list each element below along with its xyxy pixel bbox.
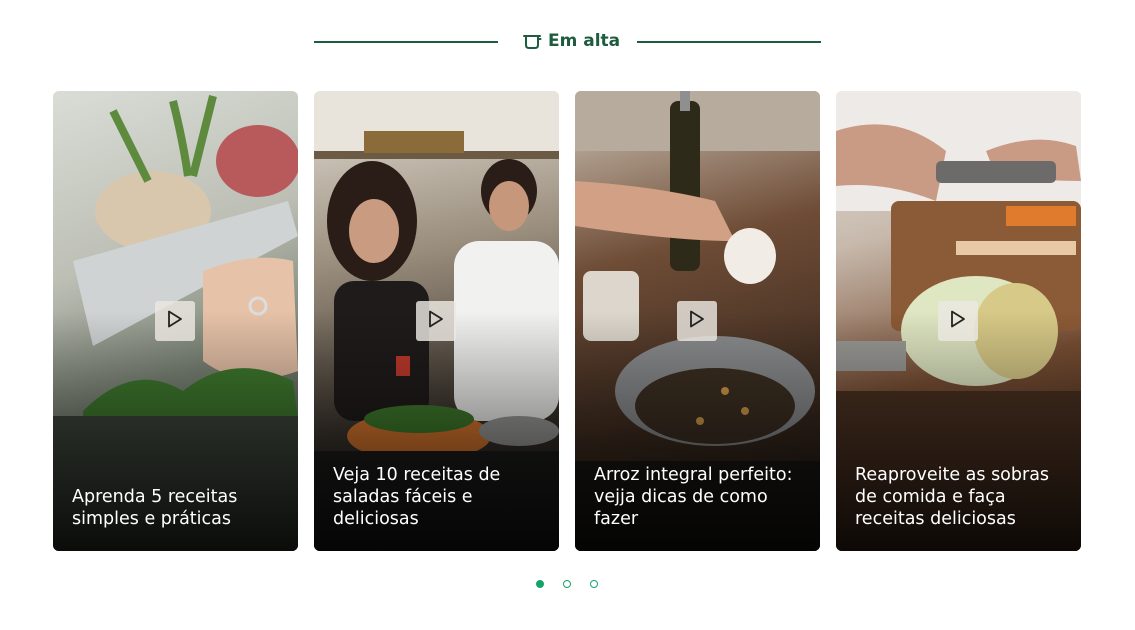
section-header: Em alta — [0, 28, 1135, 54]
video-card[interactable]: Reaproveite as sobras de comida e faça r… — [836, 91, 1081, 551]
card-title: Arroz integral perfeito: vejja dicas de … — [594, 465, 793, 529]
pagination-dot-1[interactable] — [536, 580, 544, 588]
video-card[interactable]: Aprenda 5 receitas simples e práticas — [53, 91, 298, 551]
section-title: Em alta — [522, 28, 620, 54]
card-title: Veja 10 receitas de saladas fáceis e del… — [333, 465, 501, 529]
pagination-dot-2[interactable] — [563, 580, 571, 588]
play-icon — [428, 310, 444, 333]
play-button[interactable] — [938, 301, 978, 341]
cooking-pot-icon — [522, 32, 542, 50]
play-button[interactable] — [416, 301, 456, 341]
header-divider-right — [637, 41, 821, 43]
play-icon — [689, 310, 705, 333]
video-card[interactable]: Arroz integral perfeito: vejja dicas de … — [575, 91, 820, 551]
header-divider-left — [314, 41, 498, 43]
card-title: Reaproveite as sobras de comida e faça r… — [855, 465, 1050, 529]
play-button[interactable] — [155, 301, 195, 341]
play-icon — [950, 310, 966, 333]
pagination-dot-3[interactable] — [590, 580, 598, 588]
play-button[interactable] — [677, 301, 717, 341]
play-icon — [167, 310, 183, 333]
section-title-text: Em alta — [548, 31, 621, 51]
carousel-pagination — [536, 580, 598, 588]
card-title: Aprenda 5 receitas simples e práticas — [72, 487, 238, 529]
video-card[interactable]: Veja 10 receitas de saladas fáceis e del… — [314, 91, 559, 551]
